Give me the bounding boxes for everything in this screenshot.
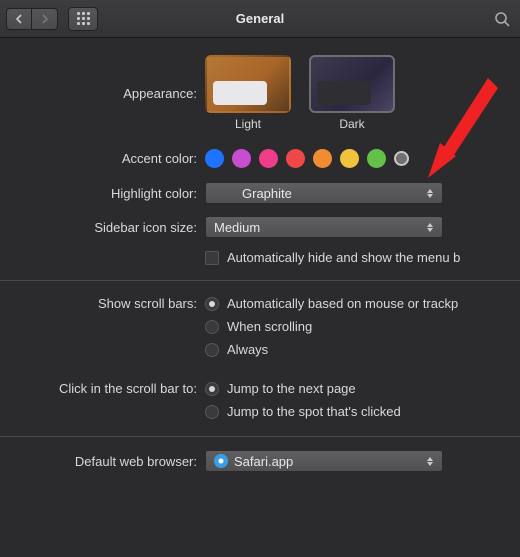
jump-to-spot-radio[interactable] bbox=[205, 405, 219, 419]
accent-yellow[interactable] bbox=[340, 149, 359, 168]
appearance-label: Appearance: bbox=[0, 86, 205, 101]
scrollbars-label: Show scroll bars: bbox=[0, 294, 205, 311]
dark-label: Dark bbox=[309, 117, 395, 131]
dark-thumbnail bbox=[309, 55, 395, 113]
scrollbars-always-radio[interactable] bbox=[205, 343, 219, 357]
accent-orange[interactable] bbox=[313, 149, 332, 168]
toolbar: General bbox=[0, 0, 520, 38]
sidebar-size-label: Sidebar icon size: bbox=[0, 220, 205, 235]
chevron-icon bbox=[422, 453, 438, 469]
separator bbox=[0, 436, 520, 437]
default-browser-select[interactable]: Safari.app bbox=[205, 450, 443, 472]
default-browser-label: Default web browser: bbox=[0, 454, 205, 469]
highlight-color-select[interactable]: Graphite bbox=[205, 182, 443, 204]
sidebar-size-select[interactable]: Medium bbox=[205, 216, 443, 238]
accent-graphite[interactable] bbox=[394, 151, 409, 166]
autohide-menubar-label: Automatically hide and show the menu b bbox=[227, 250, 460, 265]
click-scrollbar-label: Click in the scroll bar to: bbox=[0, 379, 205, 396]
accent-blue[interactable] bbox=[205, 149, 224, 168]
safari-icon bbox=[214, 454, 228, 468]
scrollbars-auto-label: Automatically based on mouse or trackp bbox=[227, 296, 458, 311]
highlight-color-value: Graphite bbox=[242, 186, 292, 201]
autohide-menubar-checkbox[interactable] bbox=[205, 251, 219, 265]
chevron-icon bbox=[422, 219, 438, 235]
scrollbars-scrolling-label: When scrolling bbox=[227, 319, 312, 334]
default-browser-value: Safari.app bbox=[234, 454, 293, 469]
accent-green[interactable] bbox=[367, 149, 386, 168]
jump-next-page-label: Jump to the next page bbox=[227, 381, 356, 396]
light-thumbnail bbox=[205, 55, 291, 113]
content: Appearance: Light Dark Accent color: bbox=[0, 38, 520, 485]
appearance-light-option[interactable]: Light bbox=[205, 55, 291, 131]
jump-to-spot-label: Jump to the spot that's clicked bbox=[227, 404, 401, 419]
appearance-dark-option[interactable]: Dark bbox=[309, 55, 395, 131]
accent-color-label: Accent color: bbox=[0, 151, 205, 166]
highlight-color-label: Highlight color: bbox=[0, 186, 205, 201]
jump-next-page-radio[interactable] bbox=[205, 382, 219, 396]
accent-red[interactable] bbox=[286, 149, 305, 168]
grid-icon bbox=[77, 12, 90, 25]
show-all-button[interactable] bbox=[68, 7, 98, 31]
light-label: Light bbox=[205, 117, 291, 131]
nav-buttons bbox=[6, 8, 58, 30]
accent-purple[interactable] bbox=[232, 149, 251, 168]
forward-button[interactable] bbox=[32, 8, 58, 30]
accent-color-options bbox=[205, 149, 520, 168]
chevron-icon bbox=[422, 185, 438, 201]
scrollbars-always-label: Always bbox=[227, 342, 268, 357]
search-button[interactable] bbox=[490, 8, 514, 30]
sidebar-size-value: Medium bbox=[214, 220, 260, 235]
accent-pink[interactable] bbox=[259, 149, 278, 168]
separator bbox=[0, 280, 520, 281]
back-button[interactable] bbox=[6, 8, 32, 30]
scrollbars-scrolling-radio[interactable] bbox=[205, 320, 219, 334]
scrollbars-auto-radio[interactable] bbox=[205, 297, 219, 311]
